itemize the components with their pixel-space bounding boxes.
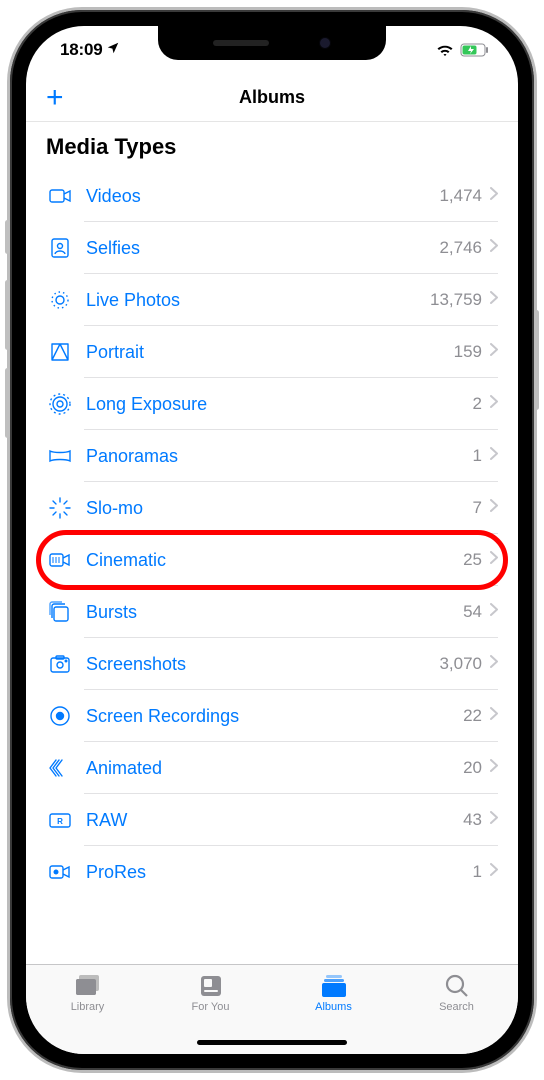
chevron-right-icon — [490, 239, 498, 257]
row-label: Bursts — [86, 602, 463, 623]
tab-search[interactable]: Search — [395, 973, 518, 1054]
prores-icon — [46, 858, 74, 886]
chevron-right-icon — [490, 707, 498, 725]
row-label: Live Photos — [86, 290, 430, 311]
row-label: Cinematic — [86, 550, 463, 571]
notch — [158, 26, 386, 60]
row-panoramas[interactable]: Panoramas1 — [26, 430, 518, 482]
media-types-list: Videos1,474Selfies2,746Live Photos13,759… — [26, 170, 518, 898]
chevron-right-icon — [490, 759, 498, 777]
tab-library[interactable]: Library — [26, 973, 149, 1054]
tab-label: Search — [439, 1001, 474, 1013]
chevron-right-icon — [490, 551, 498, 569]
nav-bar: + Albums — [26, 74, 518, 122]
row-label: Animated — [86, 758, 463, 779]
row-animated[interactable]: Animated20 — [26, 742, 518, 794]
row-selfies[interactable]: Selfies2,746 — [26, 222, 518, 274]
row-label: Panoramas — [86, 446, 473, 467]
row-label: Screenshots — [86, 654, 439, 675]
cinematic-icon — [46, 546, 74, 574]
row-long-exposure[interactable]: Long Exposure2 — [26, 378, 518, 430]
row-screen-recordings[interactable]: Screen Recordings22 — [26, 690, 518, 742]
row-count: 3,070 — [439, 654, 482, 674]
row-label: Slo-mo — [86, 498, 473, 519]
row-prores[interactable]: ProRes1 — [26, 846, 518, 898]
row-count: 43 — [463, 810, 482, 830]
row-label: Selfies — [86, 238, 439, 259]
row-label: Screen Recordings — [86, 706, 463, 727]
long-exposure-icon — [46, 390, 74, 418]
animated-icon — [46, 754, 74, 782]
row-cinematic[interactable]: Cinematic25 — [26, 534, 518, 586]
nav-title: Albums — [239, 87, 305, 108]
row-raw[interactable]: R RAW43 — [26, 794, 518, 846]
screenshots-icon — [46, 650, 74, 678]
screen-recordings-icon — [46, 702, 74, 730]
row-count: 1,474 — [439, 186, 482, 206]
row-screenshots[interactable]: Screenshots3,070 — [26, 638, 518, 690]
tab-label: For You — [192, 1001, 230, 1013]
row-live-photos[interactable]: Live Photos13,759 — [26, 274, 518, 326]
wifi-icon — [436, 43, 454, 57]
row-count: 1 — [473, 446, 482, 466]
chevron-right-icon — [490, 863, 498, 881]
portrait-icon — [46, 338, 74, 366]
row-count: 22 — [463, 706, 482, 726]
selfies-icon — [46, 234, 74, 262]
row-count: 20 — [463, 758, 482, 778]
chevron-right-icon — [490, 291, 498, 309]
live-photos-icon — [46, 286, 74, 314]
videos-icon — [46, 182, 74, 210]
chevron-right-icon — [490, 603, 498, 621]
chevron-right-icon — [490, 447, 498, 465]
row-count: 2,746 — [439, 238, 482, 258]
row-portrait[interactable]: Portrait159 — [26, 326, 518, 378]
chevron-right-icon — [490, 187, 498, 205]
bursts-icon — [46, 598, 74, 626]
chevron-right-icon — [490, 655, 498, 673]
row-slo-mo[interactable]: Slo-mo7 — [26, 482, 518, 534]
row-count: 2 — [473, 394, 482, 414]
row-count: 7 — [473, 498, 482, 518]
row-count: 25 — [463, 550, 482, 570]
row-label: Long Exposure — [86, 394, 473, 415]
row-count: 159 — [454, 342, 482, 362]
panoramas-icon — [46, 442, 74, 470]
chevron-right-icon — [490, 395, 498, 413]
tab-label: Albums — [315, 1001, 352, 1013]
location-icon — [106, 40, 120, 60]
screen: 18:09 + — [26, 26, 518, 1054]
svg-text:R: R — [57, 817, 63, 826]
row-videos[interactable]: Videos1,474 — [26, 170, 518, 222]
row-label: Videos — [86, 186, 439, 207]
row-label: ProRes — [86, 862, 473, 883]
slo-mo-icon — [46, 494, 74, 522]
section-title: Media Types — [26, 134, 518, 170]
row-count: 54 — [463, 602, 482, 622]
add-button[interactable]: + — [46, 83, 64, 113]
home-indicator[interactable] — [197, 1040, 347, 1045]
row-count: 1 — [473, 862, 482, 882]
raw-icon: R — [46, 806, 74, 834]
row-label: RAW — [86, 810, 463, 831]
tab-label: Library — [71, 1001, 105, 1013]
battery-icon — [460, 43, 490, 57]
status-time: 18:09 — [60, 40, 102, 60]
row-count: 13,759 — [430, 290, 482, 310]
row-bursts[interactable]: Bursts54 — [26, 586, 518, 638]
chevron-right-icon — [490, 811, 498, 829]
content: Media Types Videos1,474Selfies2,746Live … — [26, 122, 518, 964]
chevron-right-icon — [490, 343, 498, 361]
row-label: Portrait — [86, 342, 454, 363]
phone-frame: 18:09 + — [10, 10, 534, 1070]
chevron-right-icon — [490, 499, 498, 517]
